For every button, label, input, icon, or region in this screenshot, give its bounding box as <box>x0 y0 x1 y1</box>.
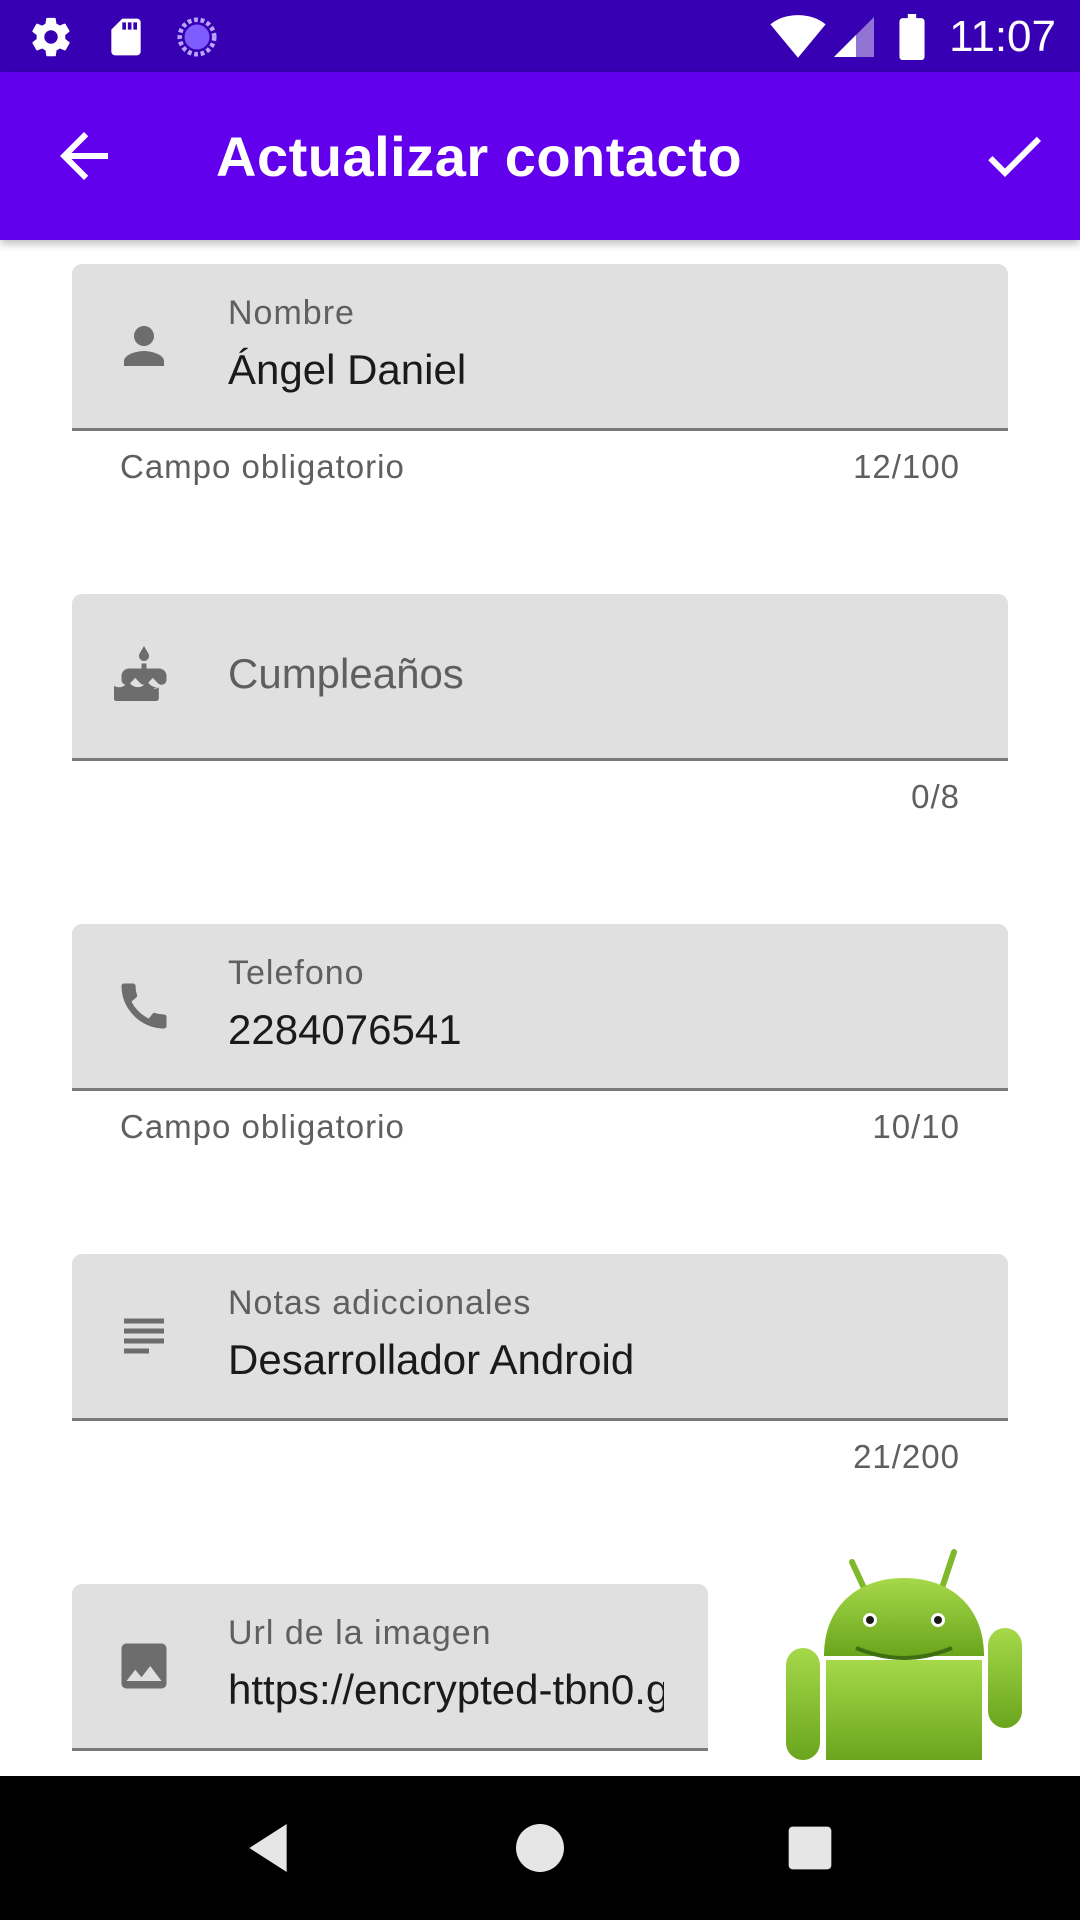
form-content: Nombre Ángel Daniel Campo obligatorio 12… <box>0 240 1080 1776</box>
arrow-back-icon[interactable] <box>48 120 120 192</box>
telefono-label: Telefono <box>228 954 365 992</box>
telefono-helper: Campo obligatorio <box>120 1108 405 1145</box>
back-triangle-icon[interactable] <box>236 1816 300 1880</box>
wifi-icon <box>770 14 826 65</box>
url-imagen-label: Url de la imagen <box>228 1614 492 1652</box>
cumpleanos-placeholder: Cumpleaños <box>228 650 464 697</box>
notas-counter: 21/200 <box>853 1438 960 1475</box>
notas-label: Notas adiccionales <box>228 1284 532 1322</box>
notas-value: Desarrollador Android <box>228 1336 635 1383</box>
nombre-counter: 12/100 <box>853 448 960 485</box>
url-imagen-field[interactable]: Url de la imagen https://encrypted-tbn0.… <box>72 1584 708 1751</box>
notes-icon <box>114 1306 174 1366</box>
telefono-counter: 10/10 <box>872 1108 960 1145</box>
nombre-helper: Campo obligatorio <box>120 448 405 485</box>
sync-icon <box>174 14 220 65</box>
telefono-value: 2284076541 <box>228 1006 462 1053</box>
nombre-field[interactable]: Nombre Ángel Daniel <box>72 264 1008 431</box>
page-title: Actualizar contacto <box>216 125 743 188</box>
check-icon[interactable] <box>978 120 1050 192</box>
navigation-bar <box>0 1776 1080 1920</box>
person-icon <box>114 316 174 376</box>
telefono-field[interactable]: Telefono 2284076541 <box>72 924 1008 1091</box>
gear-icon <box>28 14 74 65</box>
status-time: 11:07 <box>949 12 1056 61</box>
signal-icon <box>834 14 874 65</box>
app-bar: Actualizar contacto <box>0 72 1080 240</box>
sd-card-icon <box>104 14 148 65</box>
battery-icon <box>898 14 926 65</box>
status-bar: 11:07 <box>0 0 1080 72</box>
android-robot-image <box>786 1548 1022 1760</box>
nombre-label: Nombre <box>228 294 355 332</box>
cake-icon <box>113 646 174 706</box>
nombre-value: Ángel Daniel <box>228 346 467 393</box>
cumpleanos-counter: 0/8 <box>911 778 960 815</box>
recents-square-icon[interactable] <box>778 1816 842 1880</box>
image-icon <box>114 1636 174 1696</box>
notas-field[interactable]: Notas adiccionales Desarrollador Android <box>72 1254 1008 1421</box>
home-circle-icon[interactable] <box>508 1816 572 1880</box>
url-imagen-value: https://encrypted-tbn0.gstatic.com <box>228 1666 664 1713</box>
cumpleanos-field[interactable]: Cumpleaños <box>72 594 1008 761</box>
phone-icon <box>114 976 174 1036</box>
